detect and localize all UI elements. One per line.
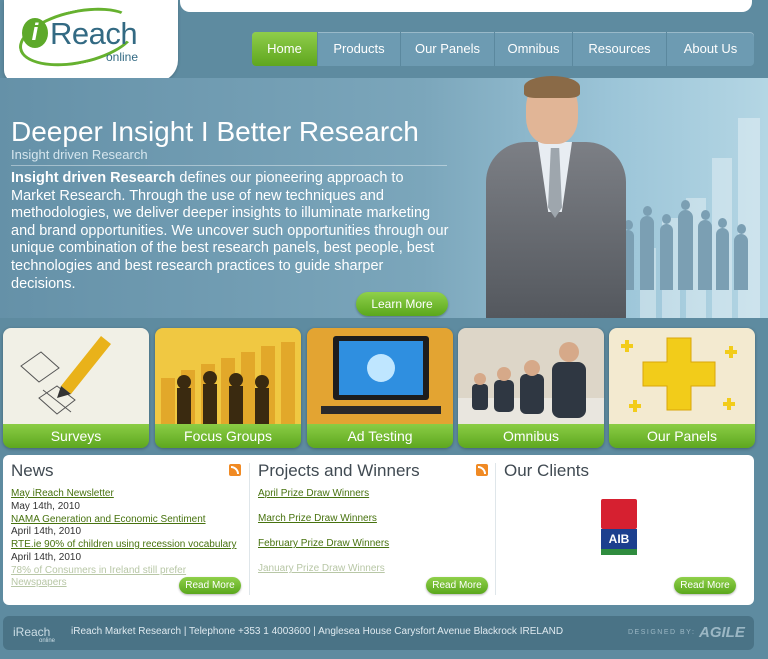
news-column: News May iReach Newsletter May 14th, 201… (3, 455, 249, 605)
surveys-pencil-icon (3, 328, 149, 424)
content-panel: News May iReach Newsletter May 14th, 201… (3, 455, 754, 605)
aib-logo-text: AIB (601, 529, 637, 549)
top-strip (180, 0, 752, 12)
focus-groups-chart-icon (155, 328, 301, 424)
omnibus-meeting-icon (458, 328, 604, 424)
hero-body: Insight driven Research defines our pion… (11, 170, 451, 293)
tile-omnibus[interactable]: Omnibus (458, 328, 604, 448)
tile-label-ad-testing: Ad Testing (307, 424, 453, 448)
site-footer: iReach online iReach Market Research | T… (3, 616, 754, 650)
aib-client-logo[interactable]: AIB (601, 499, 637, 555)
clients-title: Our Clients (504, 461, 590, 480)
news-item-link[interactable]: May iReach Newsletter (11, 488, 243, 501)
aib-shield-icon (601, 499, 637, 529)
designed-by-label: DESIGNED BY: (628, 629, 696, 636)
nav-our-panels[interactable]: Our Panels (401, 32, 495, 66)
projects-item-link[interactable]: March Prize Draw Winners (258, 513, 488, 526)
news-rss-icon[interactable] (229, 464, 241, 476)
news-read-more-button[interactable]: Read More (179, 577, 241, 594)
crowd-silhouettes (612, 190, 762, 290)
nav-about-us[interactable]: About Us (667, 32, 754, 66)
news-title: News (11, 461, 54, 480)
news-item-date: April 14th, 2010 (11, 551, 82, 563)
our-panels-plus-icon (609, 328, 755, 424)
aib-stripe (601, 549, 637, 555)
projects-list: April Prize Draw Winners March Prize Dra… (258, 488, 488, 576)
tile-ad-testing[interactable]: Ad Testing (307, 328, 453, 448)
hero-body-text: defines our pioneering approach to Marke… (11, 170, 449, 292)
nav-resources[interactable]: Resources (573, 32, 667, 66)
hero-title: Deeper Insight I Better Research (11, 116, 419, 147)
site-logo[interactable]: i Reach online (4, 0, 178, 82)
news-item-link[interactable]: RTE.ie 90% of children using recession v… (11, 539, 243, 552)
clients-read-more-button[interactable]: Read More (674, 577, 736, 594)
projects-item-faded[interactable]: January Prize Draw Winners (258, 563, 488, 576)
projects-column: Projects and Winners April Prize Draw Wi… (250, 455, 495, 605)
footer-logo[interactable]: iReach (13, 625, 50, 639)
tile-surveys[interactable]: Surveys (3, 328, 149, 448)
footer-logo-sub: online (39, 638, 56, 644)
hero-divider (11, 165, 447, 166)
ad-testing-tv-icon (307, 328, 453, 424)
news-list: May iReach Newsletter May 14th, 2010 NAM… (11, 488, 243, 590)
nav-omnibus[interactable]: Omnibus (495, 32, 573, 66)
projects-rss-icon[interactable] (476, 464, 488, 476)
projects-item-link[interactable]: April Prize Draw Winners (258, 488, 488, 501)
logo-suffix: online (106, 50, 139, 64)
projects-title: Projects and Winners (258, 461, 420, 480)
learn-more-button[interactable]: Learn More (356, 292, 448, 316)
tile-our-panels[interactable]: Our Panels (609, 328, 755, 448)
tile-label-our-panels: Our Panels (609, 424, 755, 448)
agency-logo[interactable]: AGILE (699, 624, 745, 641)
nav-home[interactable]: Home (252, 32, 318, 66)
tile-label-focus-groups: Focus Groups (155, 424, 301, 448)
businessman-photo (486, 76, 626, 318)
hero-subtitle: Insight driven Research (11, 147, 148, 162)
tile-focus-groups[interactable]: Focus Groups (155, 328, 301, 448)
footer-contact-text: iReach Market Research | Telephone +353 … (71, 626, 564, 637)
news-item-link[interactable]: NAMA Generation and Economic Sentiment (11, 514, 243, 527)
tile-label-omnibus: Omnibus (458, 424, 604, 448)
tile-label-surveys: Surveys (3, 424, 149, 448)
projects-read-more-button[interactable]: Read More (426, 577, 488, 594)
news-item-date: April 14th, 2010 (11, 526, 82, 537)
logo-initial: i (22, 18, 48, 48)
hero-body-bold: Insight driven Research (11, 170, 176, 186)
projects-item-link[interactable]: February Prize Draw Winners (258, 538, 488, 551)
logo-name: Reach (50, 16, 138, 51)
nav-products[interactable]: Products (318, 32, 401, 66)
main-nav: Home Products Our Panels Omnibus Resourc… (252, 32, 754, 66)
product-tiles: Surveys Focus Groups Ad Testing Omnibus … (0, 322, 768, 450)
news-item-date: May 14th, 2010 (11, 500, 80, 512)
